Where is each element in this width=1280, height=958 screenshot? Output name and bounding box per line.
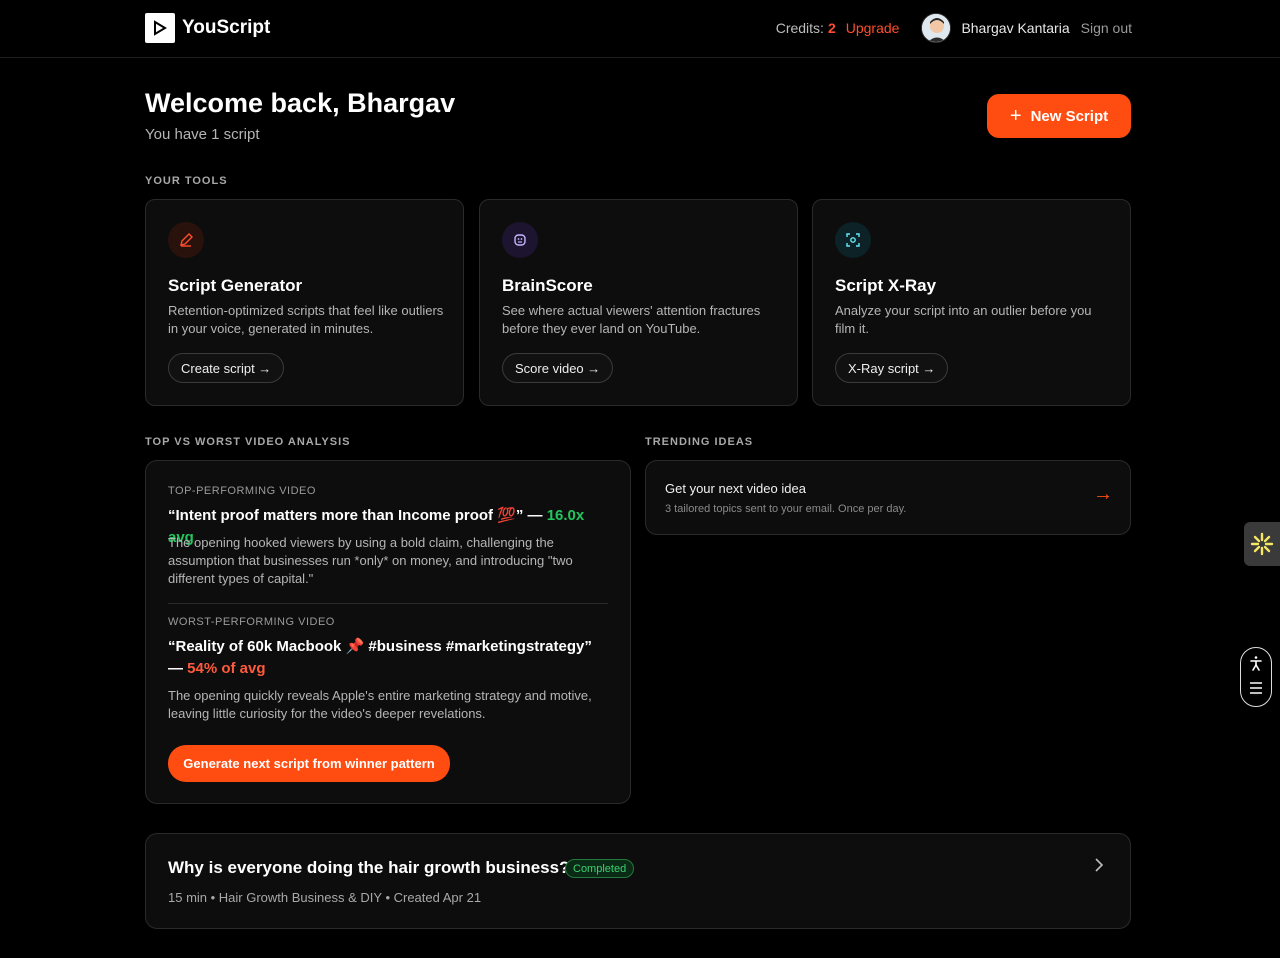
pencil-icon <box>168 222 204 258</box>
script-meta: 15 min • Hair Growth Business & DIY • Cr… <box>168 890 482 905</box>
sign-out-link[interactable]: Sign out <box>1081 20 1132 36</box>
new-script-button[interactable]: + New Script <box>987 94 1131 138</box>
status-badge: Completed <box>565 859 635 878</box>
tool-title: Script Generator <box>168 276 303 295</box>
tool-title: BrainScore <box>502 276 593 295</box>
accessibility-widget[interactable] <box>1240 647 1272 707</box>
tool-card-script-xray[interactable]: Script X-Ray Analyze your script into an… <box>812 199 1131 406</box>
tool-card-brainscore[interactable]: BrainScore See where actual viewers' att… <box>479 199 798 406</box>
credits-count: 2 <box>827 20 836 36</box>
user-name: Bhargav Kantaria <box>961 20 1070 36</box>
analysis-section-label: TOP VS WORST VIDEO ANALYSIS <box>145 436 351 448</box>
chevron-right-icon[interactable] <box>1094 856 1104 877</box>
plus-icon: + <box>1009 105 1022 127</box>
tool-description: Retention-optimized scripts that feel li… <box>168 303 444 336</box>
script-count: You have 1 script <box>145 126 260 143</box>
arrow-right-icon[interactable]: → <box>1093 483 1113 506</box>
top-video-name: “Intent proof matters more than Income p… <box>168 507 547 524</box>
play-logo-icon <box>145 13 175 43</box>
accessibility-icon[interactable] <box>1248 655 1264 676</box>
tool-description: See where actual viewers' attention frac… <box>502 303 761 336</box>
tool-card-script-generator[interactable]: Script Generator Retention-optimized scr… <box>145 199 464 406</box>
divider <box>168 603 608 604</box>
worst-video-title: “Reality of 60k Macbook 📌 #business #mar… <box>168 636 608 680</box>
upgrade-link[interactable]: Upgrade <box>846 20 900 36</box>
spark-widget-icon[interactable] <box>1244 522 1280 566</box>
avatar[interactable] <box>921 13 952 43</box>
script-title: Why is everyone doing the hair growth bu… <box>168 858 570 877</box>
generate-next-script-button[interactable]: Generate next script from winner pattern <box>168 745 450 782</box>
trending-subtitle: 3 tailored topics sent to your email. On… <box>665 503 907 515</box>
worst-video-metric: 54% of avg <box>187 660 266 677</box>
credits-label: Credits: <box>775 20 824 36</box>
tools-section-label: YOUR TOOLS <box>145 175 228 187</box>
scan-icon <box>835 222 871 258</box>
tool-title: Script X-Ray <box>835 276 937 295</box>
menu-icon[interactable] <box>1249 681 1263 699</box>
trending-section-label: TRENDING IDEAS <box>645 436 754 448</box>
brain-icon <box>502 222 538 258</box>
top-video-description: The opening hooked viewers by using a bo… <box>168 535 573 586</box>
page-title: Welcome back, Bhargav <box>145 88 456 118</box>
top-nav: YouScript Credits: 2 Upgrade Bhargav Kan… <box>0 0 1280 58</box>
top-video-label: TOP-PERFORMING VIDEO <box>168 485 316 497</box>
xray-script-button[interactable]: X-Ray script → <box>835 353 949 383</box>
create-script-button[interactable]: Create script → <box>168 353 285 383</box>
new-script-label: New Script <box>1030 107 1109 125</box>
worst-video-description: The opening quickly reveals Apple's enti… <box>168 688 592 721</box>
worst-video-label: WORST-PERFORMING VIDEO <box>168 616 335 628</box>
script-list-item[interactable]: Why is everyone doing the hair growth bu… <box>145 833 1131 929</box>
tool-description: Analyze your script into an outlier befo… <box>835 303 1092 336</box>
trending-title: Get your next video idea <box>665 481 806 496</box>
brand-logo[interactable]: YouScript <box>145 13 270 43</box>
brand-name: YouScript <box>182 17 271 38</box>
score-video-button[interactable]: Score video → <box>502 353 614 383</box>
video-analysis-card: TOP-PERFORMING VIDEO “Intent proof matte… <box>145 460 631 804</box>
trending-idea-card[interactable]: Get your next video idea 3 tailored topi… <box>645 460 1131 535</box>
